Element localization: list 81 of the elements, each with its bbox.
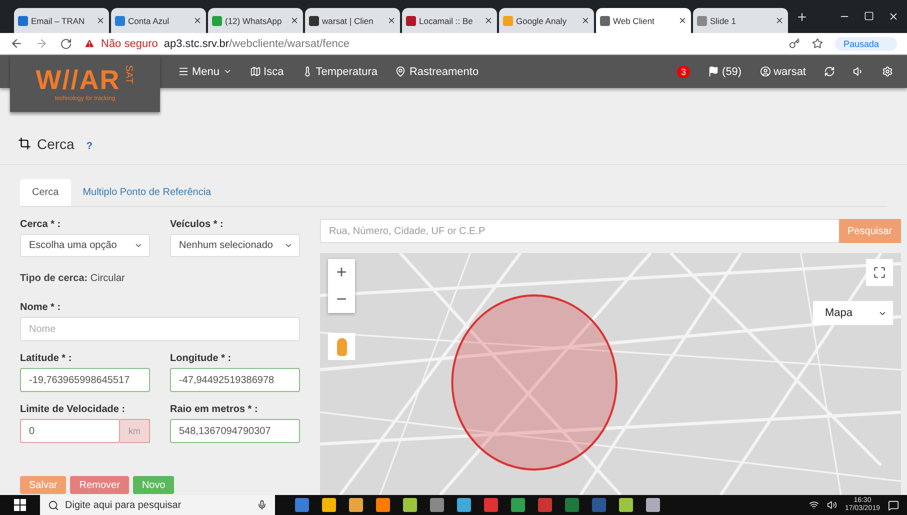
taskbar-search-field[interactable]: Digite aqui para pesquisar	[40, 495, 275, 515]
tab[interactable]: Multiplo Ponto de Referência	[70, 179, 224, 206]
browser-tab[interactable]: Web Client	[596, 8, 691, 33]
browser-tab[interactable]: warsat | Clien	[305, 8, 400, 33]
field-label: Limite de Velocidade :	[20, 404, 126, 415]
url-text[interactable]: ap3.stc.srv.br/webcliente/warsat/fence	[164, 38, 350, 50]
warning-icon	[84, 38, 95, 49]
field-label: Latitude * :	[20, 353, 73, 364]
fence-circle[interactable]	[451, 294, 618, 471]
close-icon[interactable]	[581, 16, 590, 25]
close-icon[interactable]	[193, 16, 202, 25]
maximize-icon[interactable]	[864, 11, 874, 21]
field-label: Veículos * :	[170, 219, 224, 230]
browser-tab[interactable]: Locamail :: Be	[402, 8, 497, 33]
alert-badge[interactable]: 3	[677, 66, 690, 78]
new-tab-icon[interactable]	[796, 10, 808, 22]
fullscreen-icon	[873, 266, 886, 279]
caret-icon	[284, 241, 293, 250]
microphone-icon	[257, 500, 267, 510]
close-icon[interactable]	[775, 16, 784, 25]
speaker-icon[interactable]	[853, 66, 864, 77]
flags-link[interactable]: (59)	[708, 66, 742, 78]
zoom-in-button[interactable]: +	[328, 259, 355, 286]
close-icon[interactable]	[96, 16, 105, 25]
tab[interactable]: Cerca	[20, 179, 71, 206]
close-icon[interactable]	[888, 11, 899, 22]
settings-icon[interactable]	[882, 66, 893, 77]
menu-icon	[178, 66, 189, 77]
map-placeholder[interactable]: + − Mapa	[320, 253, 901, 495]
vehicles-dropdown[interactable]: Nenhum selecionado	[170, 234, 300, 257]
field-label: Nome * :	[20, 302, 62, 313]
notifications-icon[interactable]	[888, 500, 899, 510]
browser-tab[interactable]: (12) WhatsApp	[208, 8, 303, 33]
address-search-field[interactable]: Rua, Número, Cidade, UF or C.E.P	[320, 219, 839, 243]
speed-limit-field[interactable]: 0	[20, 419, 120, 443]
fence-type-text: Tipo de cerca: Circular	[20, 273, 126, 284]
unit-label: km	[120, 419, 150, 443]
nav-link[interactable]: Menu	[178, 66, 232, 78]
page-title: Cerca	[37, 136, 74, 152]
caret-icon	[222, 67, 232, 76]
nav-link[interactable]: Isca	[250, 66, 284, 78]
caret-icon	[134, 241, 143, 250]
text-field[interactable]: Nome	[20, 317, 300, 341]
user-link[interactable]: warsat	[760, 66, 806, 78]
volume-icon[interactable]	[826, 500, 837, 510]
nav-link[interactable]: Temperatura	[302, 66, 378, 78]
close-icon[interactable]	[484, 16, 493, 25]
profile-button[interactable]: Pausada	[835, 36, 897, 50]
map-type-dropdown[interactable]: Mapa	[813, 301, 893, 325]
cerca-dropdown[interactable]: Escolha uma opção	[20, 234, 150, 257]
user-icon	[760, 66, 771, 77]
windows-logo-icon	[14, 499, 26, 511]
browser-tab[interactable]: Google Analy	[499, 8, 594, 33]
text-field[interactable]: -19,763965998645517	[20, 368, 150, 392]
nav-link[interactable]: Rastreamento	[395, 66, 479, 78]
back-icon[interactable]	[10, 37, 23, 50]
pin-icon	[395, 66, 406, 77]
crop-icon	[18, 137, 31, 150]
text-field[interactable]: -47,94492519386978	[170, 368, 300, 392]
field-label: Raio em metros * :	[170, 404, 259, 415]
browser-tab[interactable]: Email – TRAN	[14, 8, 109, 33]
map-icon	[250, 66, 261, 77]
browser-tab[interactable]: Conta Azul	[111, 8, 206, 33]
fullscreen-button[interactable]	[866, 259, 893, 286]
zoom-out-button[interactable]: −	[328, 286, 355, 313]
star-icon[interactable]	[812, 38, 824, 49]
flag-icon	[708, 66, 720, 77]
close-icon[interactable]	[678, 16, 687, 25]
reload-icon[interactable]	[60, 38, 72, 50]
browser-tab[interactable]: Slide 1	[693, 8, 788, 33]
help-link[interactable]: ?	[86, 141, 92, 152]
search-icon	[48, 500, 59, 510]
field-label: Longitude * :	[170, 353, 232, 364]
close-icon[interactable]	[290, 16, 299, 25]
security-label: Não seguro	[101, 38, 158, 50]
wifi-icon[interactable]	[808, 500, 819, 510]
close-icon[interactable]	[387, 16, 396, 25]
refresh-icon[interactable]	[824, 66, 835, 77]
field-label: Cerca * :	[20, 219, 62, 230]
text-field[interactable]: 548,1367094790307	[170, 419, 300, 443]
key-icon[interactable]	[789, 38, 800, 49]
